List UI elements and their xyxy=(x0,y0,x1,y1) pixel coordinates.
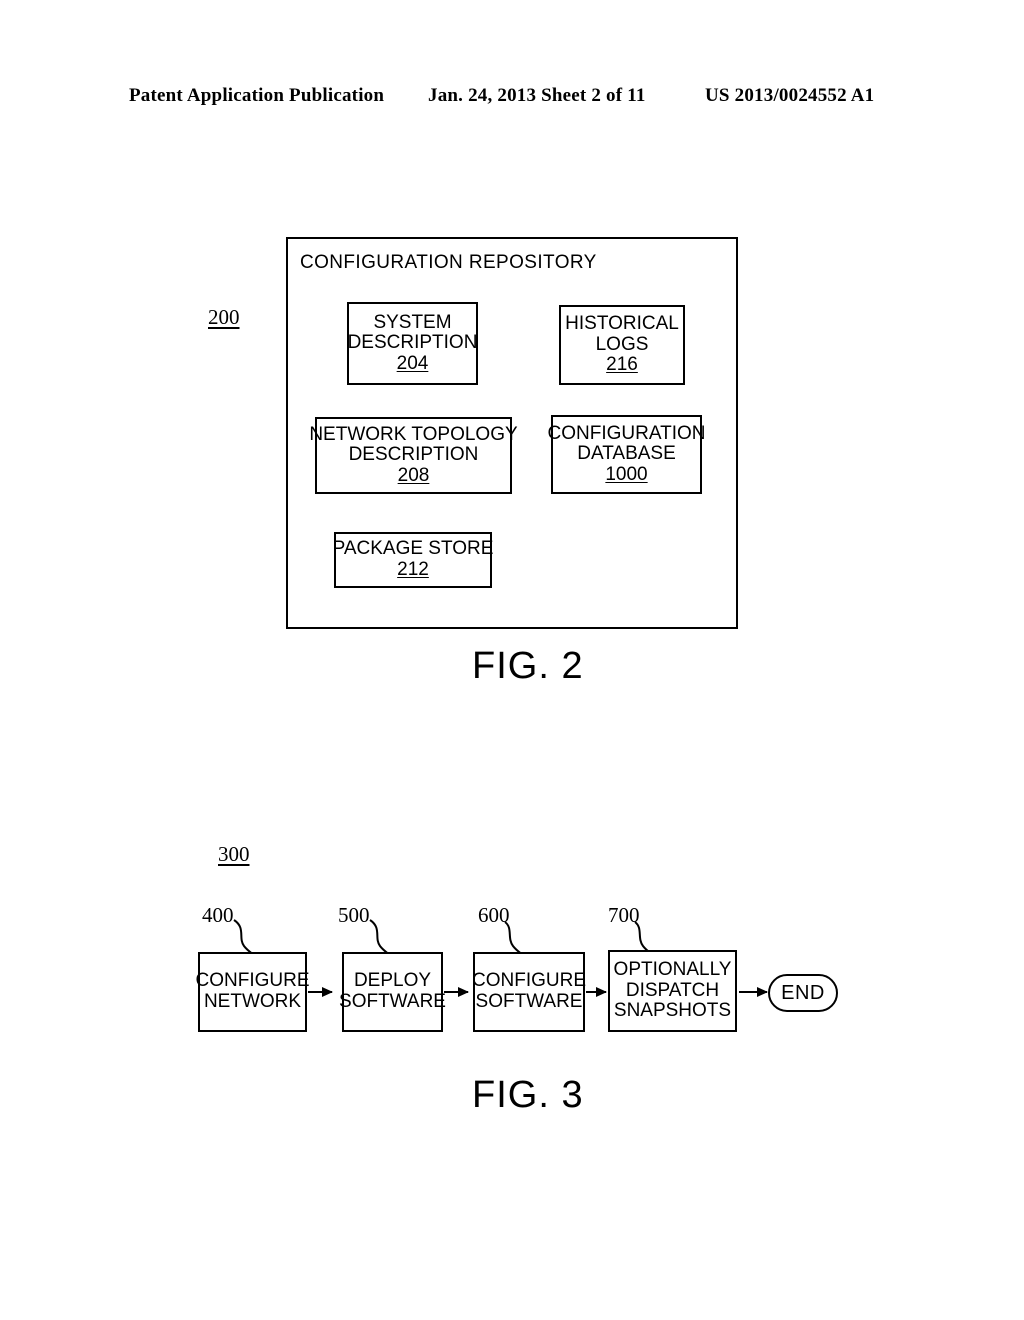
arrow-configure-network-to-deploy-software xyxy=(308,987,333,997)
deploy-software-line-2: SOFTWARE xyxy=(339,991,446,1012)
figure3-reference-numeral-300: 300 xyxy=(218,842,250,866)
figure-3-caption: FIG. 3 xyxy=(472,1074,584,1116)
historical-logs-line-1: HISTORICAL xyxy=(565,313,679,335)
package-store-reference-numeral: 212 xyxy=(397,559,429,580)
configuration-database-line-1: CONFIGURATION xyxy=(547,422,706,444)
configure-software-step[interactable]: CONFIGURE SOFTWARE xyxy=(472,952,586,1032)
historical-logs-line-2: LOGS xyxy=(595,333,649,355)
configuration-database-box[interactable]: CONFIGURATION DATABASE 1000 xyxy=(548,415,706,494)
step-400-reference-numeral: 400 xyxy=(202,903,234,927)
configure-software-line-1: CONFIGURE xyxy=(472,970,586,992)
step-500-reference-numeral: 500 xyxy=(338,903,370,927)
dispatch-snapshots-line-1: OPTIONALLY xyxy=(613,959,732,981)
header-date-sheet-label: Jan. 24, 2013 Sheet 2 of 11 xyxy=(428,85,646,106)
leader-line-400 xyxy=(233,919,255,956)
leader-line-500 xyxy=(369,919,391,956)
historical-logs-reference-numeral: 216 xyxy=(606,354,638,376)
dispatch-snapshots-line-2: DISPATCH xyxy=(625,979,720,1001)
system-description-box[interactable]: SYSTEM DESCRIPTION 204 xyxy=(347,302,478,385)
configuration-repository-title: CONFIGURATION REPOSITORY xyxy=(300,252,597,273)
package-store-box[interactable]: PACKAGE STORE 212 xyxy=(332,532,494,588)
arrow-configure-software-to-dispatch-snapshots xyxy=(586,987,607,997)
end-terminator-label: END xyxy=(781,981,825,1004)
optionally-dispatch-snapshots-step[interactable]: OPTIONALLY DISPATCH SNAPSHOTS xyxy=(608,950,737,1032)
network-topology-line-2: DESCRIPTION xyxy=(348,444,479,466)
figure2-reference-numeral-200: 200 xyxy=(208,305,240,329)
system-description-line-1: SYSTEM xyxy=(373,311,452,333)
figure-2-caption: FIG. 2 xyxy=(472,645,584,687)
system-description-reference-numeral: 204 xyxy=(396,352,429,374)
configuration-database-reference-numeral: 1000 xyxy=(605,463,648,485)
configure-network-line-1: CONFIGURE xyxy=(195,970,310,992)
network-topology-reference-numeral: 208 xyxy=(397,464,430,486)
deploy-software-step[interactable]: DEPLOY SOFTWARE xyxy=(339,952,446,1032)
historical-logs-box[interactable]: HISTORICAL LOGS 216 xyxy=(559,305,685,385)
page-header: Patent Application Publication Jan. 24, … xyxy=(0,85,1024,115)
configure-network-step[interactable]: CONFIGURE NETWORK xyxy=(195,952,310,1032)
network-topology-line-1: NETWORK TOPOLOGY xyxy=(309,423,518,445)
package-store-line-1: PACKAGE STORE xyxy=(332,538,494,560)
header-document-number: US 2013/0024552 A1 xyxy=(705,85,875,106)
header-publication-label: Patent Application Publication xyxy=(129,85,385,106)
network-topology-description-box[interactable]: NETWORK TOPOLOGY DESCRIPTION 208 xyxy=(309,417,518,494)
leader-line-600 xyxy=(504,921,524,956)
dispatch-snapshots-line-3: SNAPSHOTS xyxy=(613,1000,732,1022)
arrow-deploy-software-to-configure-software xyxy=(444,987,469,997)
deploy-software-line-1: DEPLOY xyxy=(353,970,432,992)
end-terminator[interactable]: END xyxy=(768,974,838,1012)
system-description-line-2: DESCRIPTION xyxy=(347,332,478,354)
configure-network-line-2: NETWORK xyxy=(203,991,302,1012)
arrow-dispatch-snapshots-to-end xyxy=(739,987,768,997)
configuration-repository-container: CONFIGURATION REPOSITORY SYSTEM DESCRIPT… xyxy=(286,237,738,629)
configure-software-line-2: SOFTWARE xyxy=(475,991,583,1012)
configuration-database-line-2: DATABASE xyxy=(577,443,676,465)
